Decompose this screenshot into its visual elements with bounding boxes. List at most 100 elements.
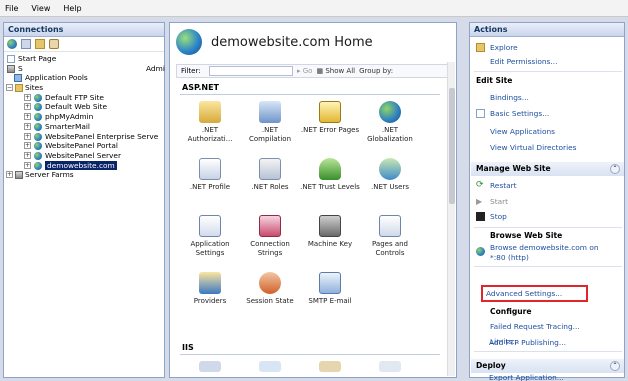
menu-view[interactable]: View [31,4,50,13]
features-row: .NET Authorizati... .NET Compilation .NE… [176,95,444,152]
browse-website-port[interactable]: *:80 (http) [490,253,529,263]
smtp-email-icon [319,272,341,294]
browse-globe-icon [476,247,485,256]
compilation-icon [259,101,281,123]
profile-icon [199,158,221,180]
feature-iis-partial[interactable] [300,355,360,375]
features-view: ASP.NET .NET Authorizati... .NET Compila… [176,83,444,379]
edit-permissions-link[interactable]: Edit Permissions... [490,57,557,67]
feature-iis-partial[interactable] [360,355,420,375]
edit-site-heading: Edit Site [476,76,513,85]
tree-item-server[interactable]: S Admi [4,64,165,74]
browse-website-heading: Browse Web Site [490,231,563,240]
feature-connection-strings[interactable]: Connection Strings [240,209,300,266]
feature-providers[interactable]: Providers [180,266,240,323]
go-button[interactable]: ▸ Go [297,67,312,75]
view-virtual-directories-link[interactable]: View Virtual Directories [490,143,577,153]
feature-iis-partial[interactable] [180,355,240,375]
tree-item-site[interactable]: + Default Web Site [4,102,164,112]
expand-icon[interactable]: + [24,93,31,101]
scrollbar-thumb[interactable] [449,88,455,204]
home-header: demowebsite.com Home [170,23,456,61]
providers-icon [199,272,221,294]
expand-icon[interactable]: + [24,132,31,140]
browse-website-link[interactable]: Browse demowebsite.com on [490,243,599,253]
expand-icon[interactable]: + [24,113,31,121]
connect-icon[interactable] [7,39,17,49]
basic-settings-link[interactable]: Basic Settings... [490,109,549,119]
page-title: demowebsite.com Home [211,34,373,50]
tree-item-site[interactable]: + WebsitePanel Server [4,151,164,161]
expand-icon[interactable]: + [24,142,31,150]
up-level-icon[interactable] [35,39,45,49]
features-scrollbar[interactable] [447,62,455,376]
delete-connection-icon[interactable] [49,39,59,49]
save-icon[interactable] [21,39,31,49]
globe-icon [34,103,42,112]
restart-icon: ⟳ [476,180,484,190]
collapse-manage-icon[interactable]: ⌃ [610,164,620,174]
folder-icon [15,84,23,93]
feature-net-compilation[interactable]: .NET Compilation [240,95,300,152]
filter-input[interactable] [209,66,293,76]
menu-file[interactable]: File [5,4,18,13]
expand-icon[interactable]: + [24,161,31,169]
start-link[interactable]: Start [490,197,508,207]
feature-iis-partial[interactable] [240,355,300,375]
feature-net-globalization[interactable]: .NET Globalization [360,95,420,152]
connections-tree: Start Page S Admi Application Pools − Si… [4,52,165,180]
globe-icon [34,142,42,151]
group-header-aspnet: ASP.NET [180,83,440,95]
advanced-settings-highlight [481,285,588,302]
stop-link[interactable]: Stop [490,212,507,222]
tree-item-selected-site[interactable]: + demowebsite.com [4,160,164,171]
explore-link[interactable]: Explore [490,43,518,53]
feature-net-profile[interactable]: .NET Profile [180,152,240,209]
feature-smtp-email[interactable]: SMTP E-mail [300,266,360,323]
expand-icon[interactable]: + [24,103,31,111]
tree-item-sites[interactable]: − Sites [4,83,164,93]
feature-session-state[interactable]: Session State [240,266,300,323]
users-icon [379,158,401,180]
separator [474,227,622,228]
expand-icon[interactable]: + [6,171,13,179]
show-all-button[interactable]: ▦ Show All [316,67,355,75]
feature-net-authorization[interactable]: .NET Authorizati... [180,95,240,152]
tree-item-site[interactable]: + Default FTP Site [4,93,164,103]
tree-item-site[interactable]: + SmarterMail [4,122,164,132]
globe-icon [34,93,42,102]
group-by-dropdown[interactable]: Group by: [359,67,393,75]
feature-application-settings[interactable]: Application Settings [180,209,240,266]
tree-item-server-farms[interactable]: + Server Farms [4,170,164,180]
export-application-link[interactable]: Export Application... [489,373,564,381]
tree-item-app-pools[interactable]: Application Pools [4,73,164,83]
connections-panel: Connections Start Page S Admi Applicatio… [3,22,165,378]
feature-machine-key[interactable]: Machine Key [300,209,360,266]
bindings-link[interactable]: Bindings... [490,93,529,103]
globe-icon [34,113,42,122]
view-applications-link[interactable]: View Applications [490,127,555,137]
globe-icon [34,132,42,141]
roles-icon [259,158,281,180]
expand-icon[interactable]: + [24,122,31,130]
session-state-icon [259,272,281,294]
feature-net-error-pages[interactable]: .NET Error Pages [300,95,360,152]
tree-item-site[interactable]: + WebsitePanel Portal [4,141,164,151]
expand-icon[interactable]: + [24,151,31,159]
menu-help[interactable]: Help [63,4,81,13]
add-ftp-publishing-link[interactable]: Add FTP Publishing... [489,338,566,348]
tree-item-site[interactable]: + WebsitePanel Enterprise Serve [4,132,164,142]
failed-request-tracing-link[interactable]: Failed Request Tracing... [490,322,580,332]
tree-item-start-page[interactable]: Start Page [4,54,164,64]
restart-link[interactable]: Restart [490,181,517,191]
feature-net-users[interactable]: .NET Users [360,152,420,209]
collapse-sites-icon[interactable]: − [6,84,13,92]
collapse-deploy-icon[interactable]: ⌃ [610,361,620,371]
feature-pages-and-controls[interactable]: Pages and Controls [360,209,420,266]
deploy-heading: Deploy [476,361,506,370]
feature-net-roles[interactable]: .NET Roles [240,152,300,209]
feature-net-trust-levels[interactable]: .NET Trust Levels [300,152,360,209]
tree-item-site[interactable]: + phpMyAdmin [4,112,164,122]
features-row: Application Settings Connection Strings … [176,209,444,266]
